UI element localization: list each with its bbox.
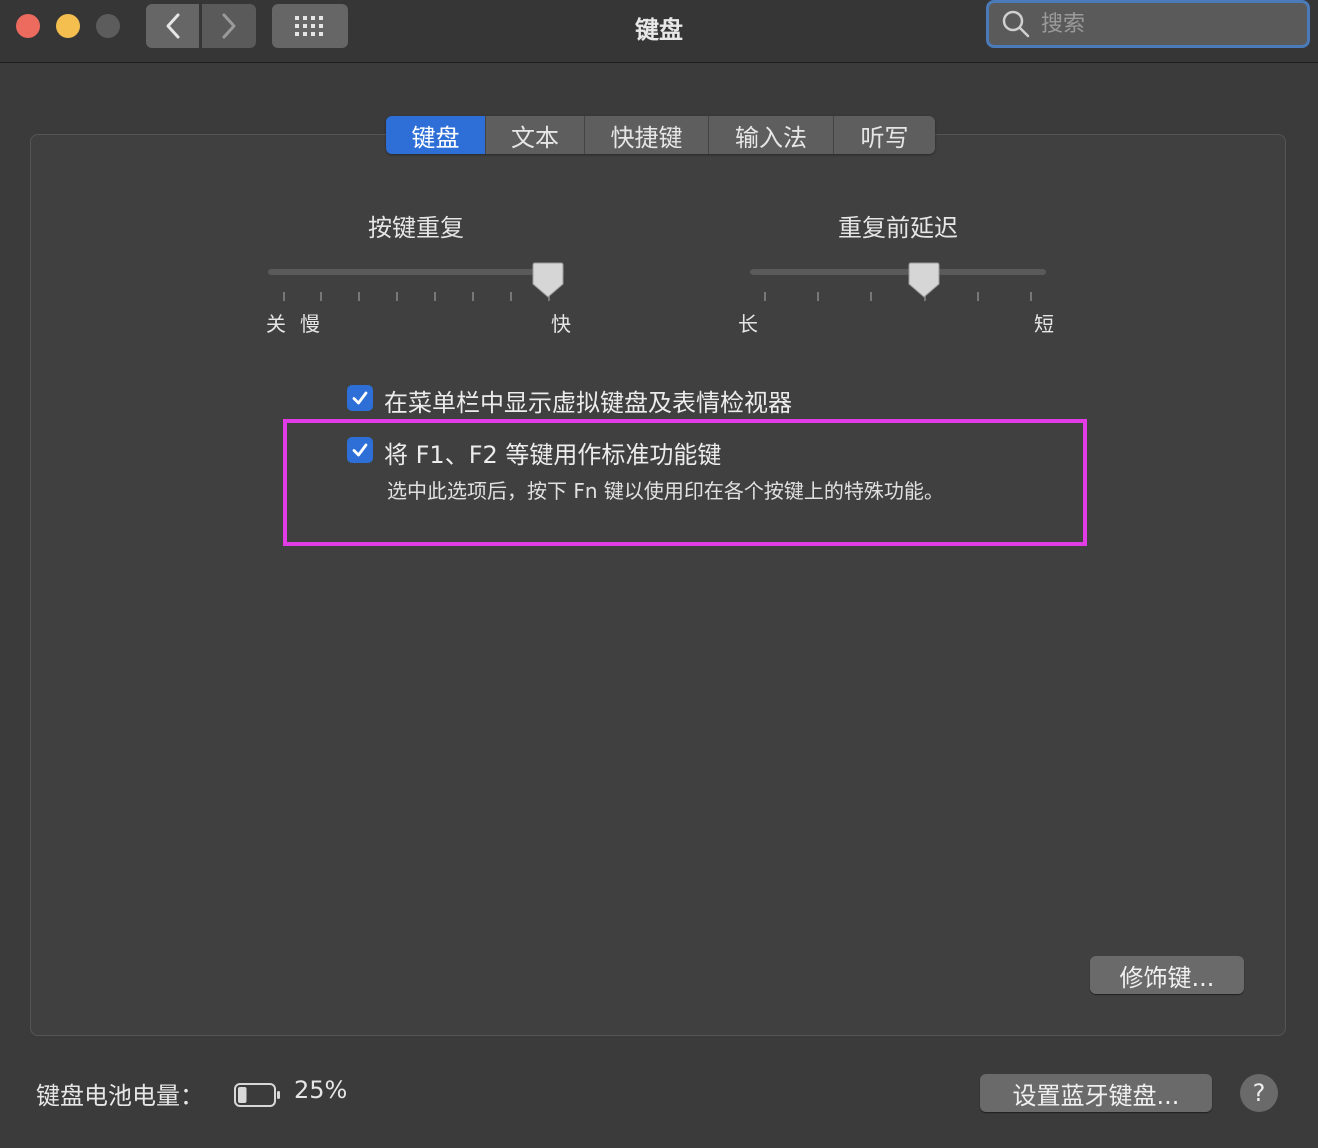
slider-tick — [396, 292, 398, 301]
help-button[interactable]: ? — [1240, 1074, 1278, 1112]
battery-percent: 25% — [294, 1076, 348, 1104]
repeat-delay-track — [750, 269, 1046, 275]
search-icon — [1002, 10, 1030, 38]
tab-shortcuts[interactable]: 快捷键 — [585, 116, 709, 154]
checkmark-icon — [352, 391, 368, 405]
slider-tick — [358, 292, 360, 301]
repeat-delay-short-label: 短 — [1034, 312, 1054, 336]
slider-tick — [320, 292, 322, 301]
tab-input-sources[interactable]: 输入法 — [709, 116, 834, 154]
tab-text[interactable]: 文本 — [486, 116, 585, 154]
tab-keyboard[interactable]: 键盘 — [386, 116, 486, 154]
battery-label: 键盘电池电量： — [36, 1082, 204, 1110]
search-field[interactable] — [986, 0, 1310, 48]
fn-keys-description: 选中此选项后，按下 Fn 键以使用印在各个按键上的特殊功能。 — [387, 479, 944, 503]
fn-keys-checkbox[interactable] — [347, 437, 373, 463]
slider-tick — [283, 292, 285, 301]
repeat-delay-title: 重复前延迟 — [838, 214, 958, 242]
slider-tick — [434, 292, 436, 301]
slider-tick — [870, 292, 872, 301]
fn-keys-label[interactable]: 将 F1、F2 等键用作标准功能键 — [384, 435, 721, 470]
search-input[interactable] — [1039, 10, 1293, 38]
key-repeat-off-label: 关 — [266, 312, 286, 336]
slider-tick — [1030, 292, 1032, 301]
modifier-keys-button[interactable]: 修饰键... — [1090, 956, 1244, 994]
repeat-delay-long-label: 长 — [738, 312, 758, 336]
slider-tick — [510, 292, 512, 301]
tab-bar: 键盘 文本 快捷键 输入法 听写 — [386, 116, 935, 154]
slider-tick — [764, 292, 766, 301]
key-repeat-title: 按键重复 — [368, 214, 464, 242]
tab-dictation[interactable]: 听写 — [834, 116, 935, 154]
battery-icon — [234, 1083, 280, 1107]
setup-bluetooth-keyboard-button[interactable]: 设置蓝牙键盘... — [980, 1074, 1212, 1112]
key-repeat-slow-label: 慢 — [300, 312, 320, 336]
title-bar: 键盘 — [0, 0, 1318, 63]
checkmark-icon — [352, 443, 368, 457]
slider-tick — [817, 292, 819, 301]
repeat-delay-knob[interactable] — [908, 262, 940, 298]
slider-tick — [472, 292, 474, 301]
key-repeat-fast-label: 快 — [551, 312, 571, 336]
key-repeat-track — [268, 269, 564, 275]
show-viewer-label[interactable]: 在菜单栏中显示虚拟键盘及表情检视器 — [384, 383, 792, 418]
key-repeat-knob[interactable] — [532, 262, 564, 298]
settings-panel — [30, 134, 1286, 1036]
slider-tick — [977, 292, 979, 301]
show-viewer-checkbox[interactable] — [347, 385, 373, 411]
